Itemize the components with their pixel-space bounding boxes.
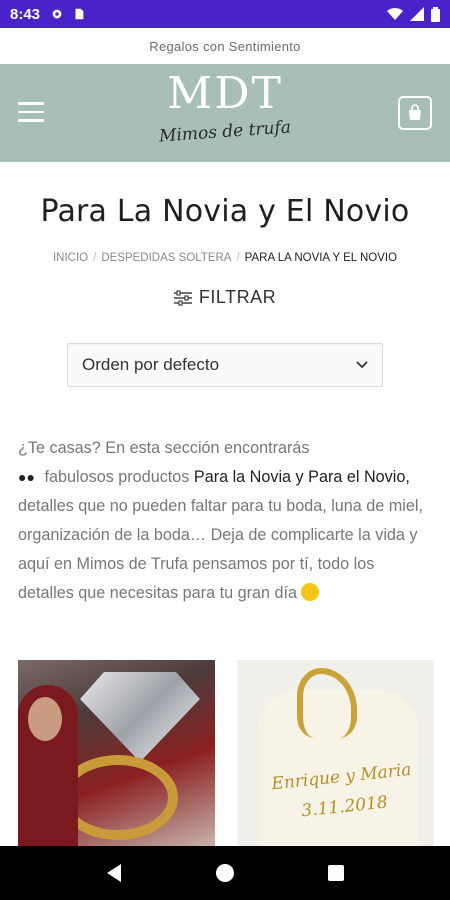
status-time: 8:43 bbox=[10, 5, 41, 23]
sort-select[interactable]: Orden por defecto bbox=[67, 343, 383, 387]
home-icon[interactable] bbox=[214, 862, 236, 884]
site-header: MDT Mimos de trufa bbox=[0, 64, 450, 162]
breadcrumb-link-despedidas[interactable]: DESPEDIDAS SOLTERA bbox=[101, 252, 231, 264]
breadcrumb-separator: / bbox=[236, 252, 240, 264]
description-text-2: fabulosos productos bbox=[44, 468, 190, 486]
status-bar: 8:43 bbox=[0, 0, 450, 28]
tagline-text: Regalos con Sentimiento bbox=[149, 38, 301, 54]
category-description: ¿Te casas? En esta sección encontrarás ●… bbox=[18, 434, 434, 608]
breadcrumb-current: PARA LA NOVIA Y EL NOVIO bbox=[244, 252, 398, 264]
breadcrumb-separator: / bbox=[93, 252, 97, 264]
logo-text: MDT bbox=[167, 68, 283, 119]
battery-icon bbox=[431, 6, 440, 22]
eyes-emoji-icon: ●● bbox=[18, 469, 35, 485]
hamburger-menu-icon[interactable] bbox=[18, 102, 44, 124]
logo-script: Mimos de trufa bbox=[158, 117, 292, 147]
breadcrumb-link-inicio[interactable]: INICIO bbox=[53, 252, 88, 264]
recents-icon[interactable] bbox=[327, 864, 345, 882]
sliders-icon bbox=[173, 289, 192, 306]
back-icon[interactable] bbox=[105, 863, 123, 883]
tagline-bar: Regalos con Sentimiento bbox=[0, 28, 450, 64]
sim-card-icon bbox=[75, 8, 84, 20]
product-image-bride[interactable] bbox=[18, 660, 215, 850]
filter-button[interactable]: FILTRAR bbox=[0, 287, 450, 308]
product-image-gift-bag[interactable]: Enrique y Maria 3.11.2018 bbox=[237, 660, 434, 850]
description-text-1: ¿Te casas? En esta sección encontrarás bbox=[18, 439, 310, 457]
wifi-icon bbox=[387, 7, 403, 21]
shopping-bag-icon[interactable] bbox=[398, 96, 432, 130]
breadcrumb: INICIO / DESPEDIDAS SOLTERA / PARA LA NOVIA … bbox=[0, 252, 450, 264]
filter-label: FILTRAR bbox=[198, 287, 277, 307]
gear-icon bbox=[52, 9, 62, 19]
sort-select-value: Orden por defecto bbox=[82, 355, 220, 374]
system-nav-bar bbox=[0, 846, 450, 900]
description-text-3: detalles que no pueden faltar para tu bo… bbox=[18, 497, 423, 602]
chevron-down-icon bbox=[356, 361, 368, 369]
page-title: Para La Novia y El Novio bbox=[40, 194, 410, 229]
wink-emoji-icon bbox=[301, 583, 320, 601]
signal-icon bbox=[410, 7, 424, 21]
description-bold: Para la Novia y Para el Novio, bbox=[193, 468, 410, 486]
site-logo[interactable]: MDT Mimos de trufa bbox=[140, 70, 310, 156]
